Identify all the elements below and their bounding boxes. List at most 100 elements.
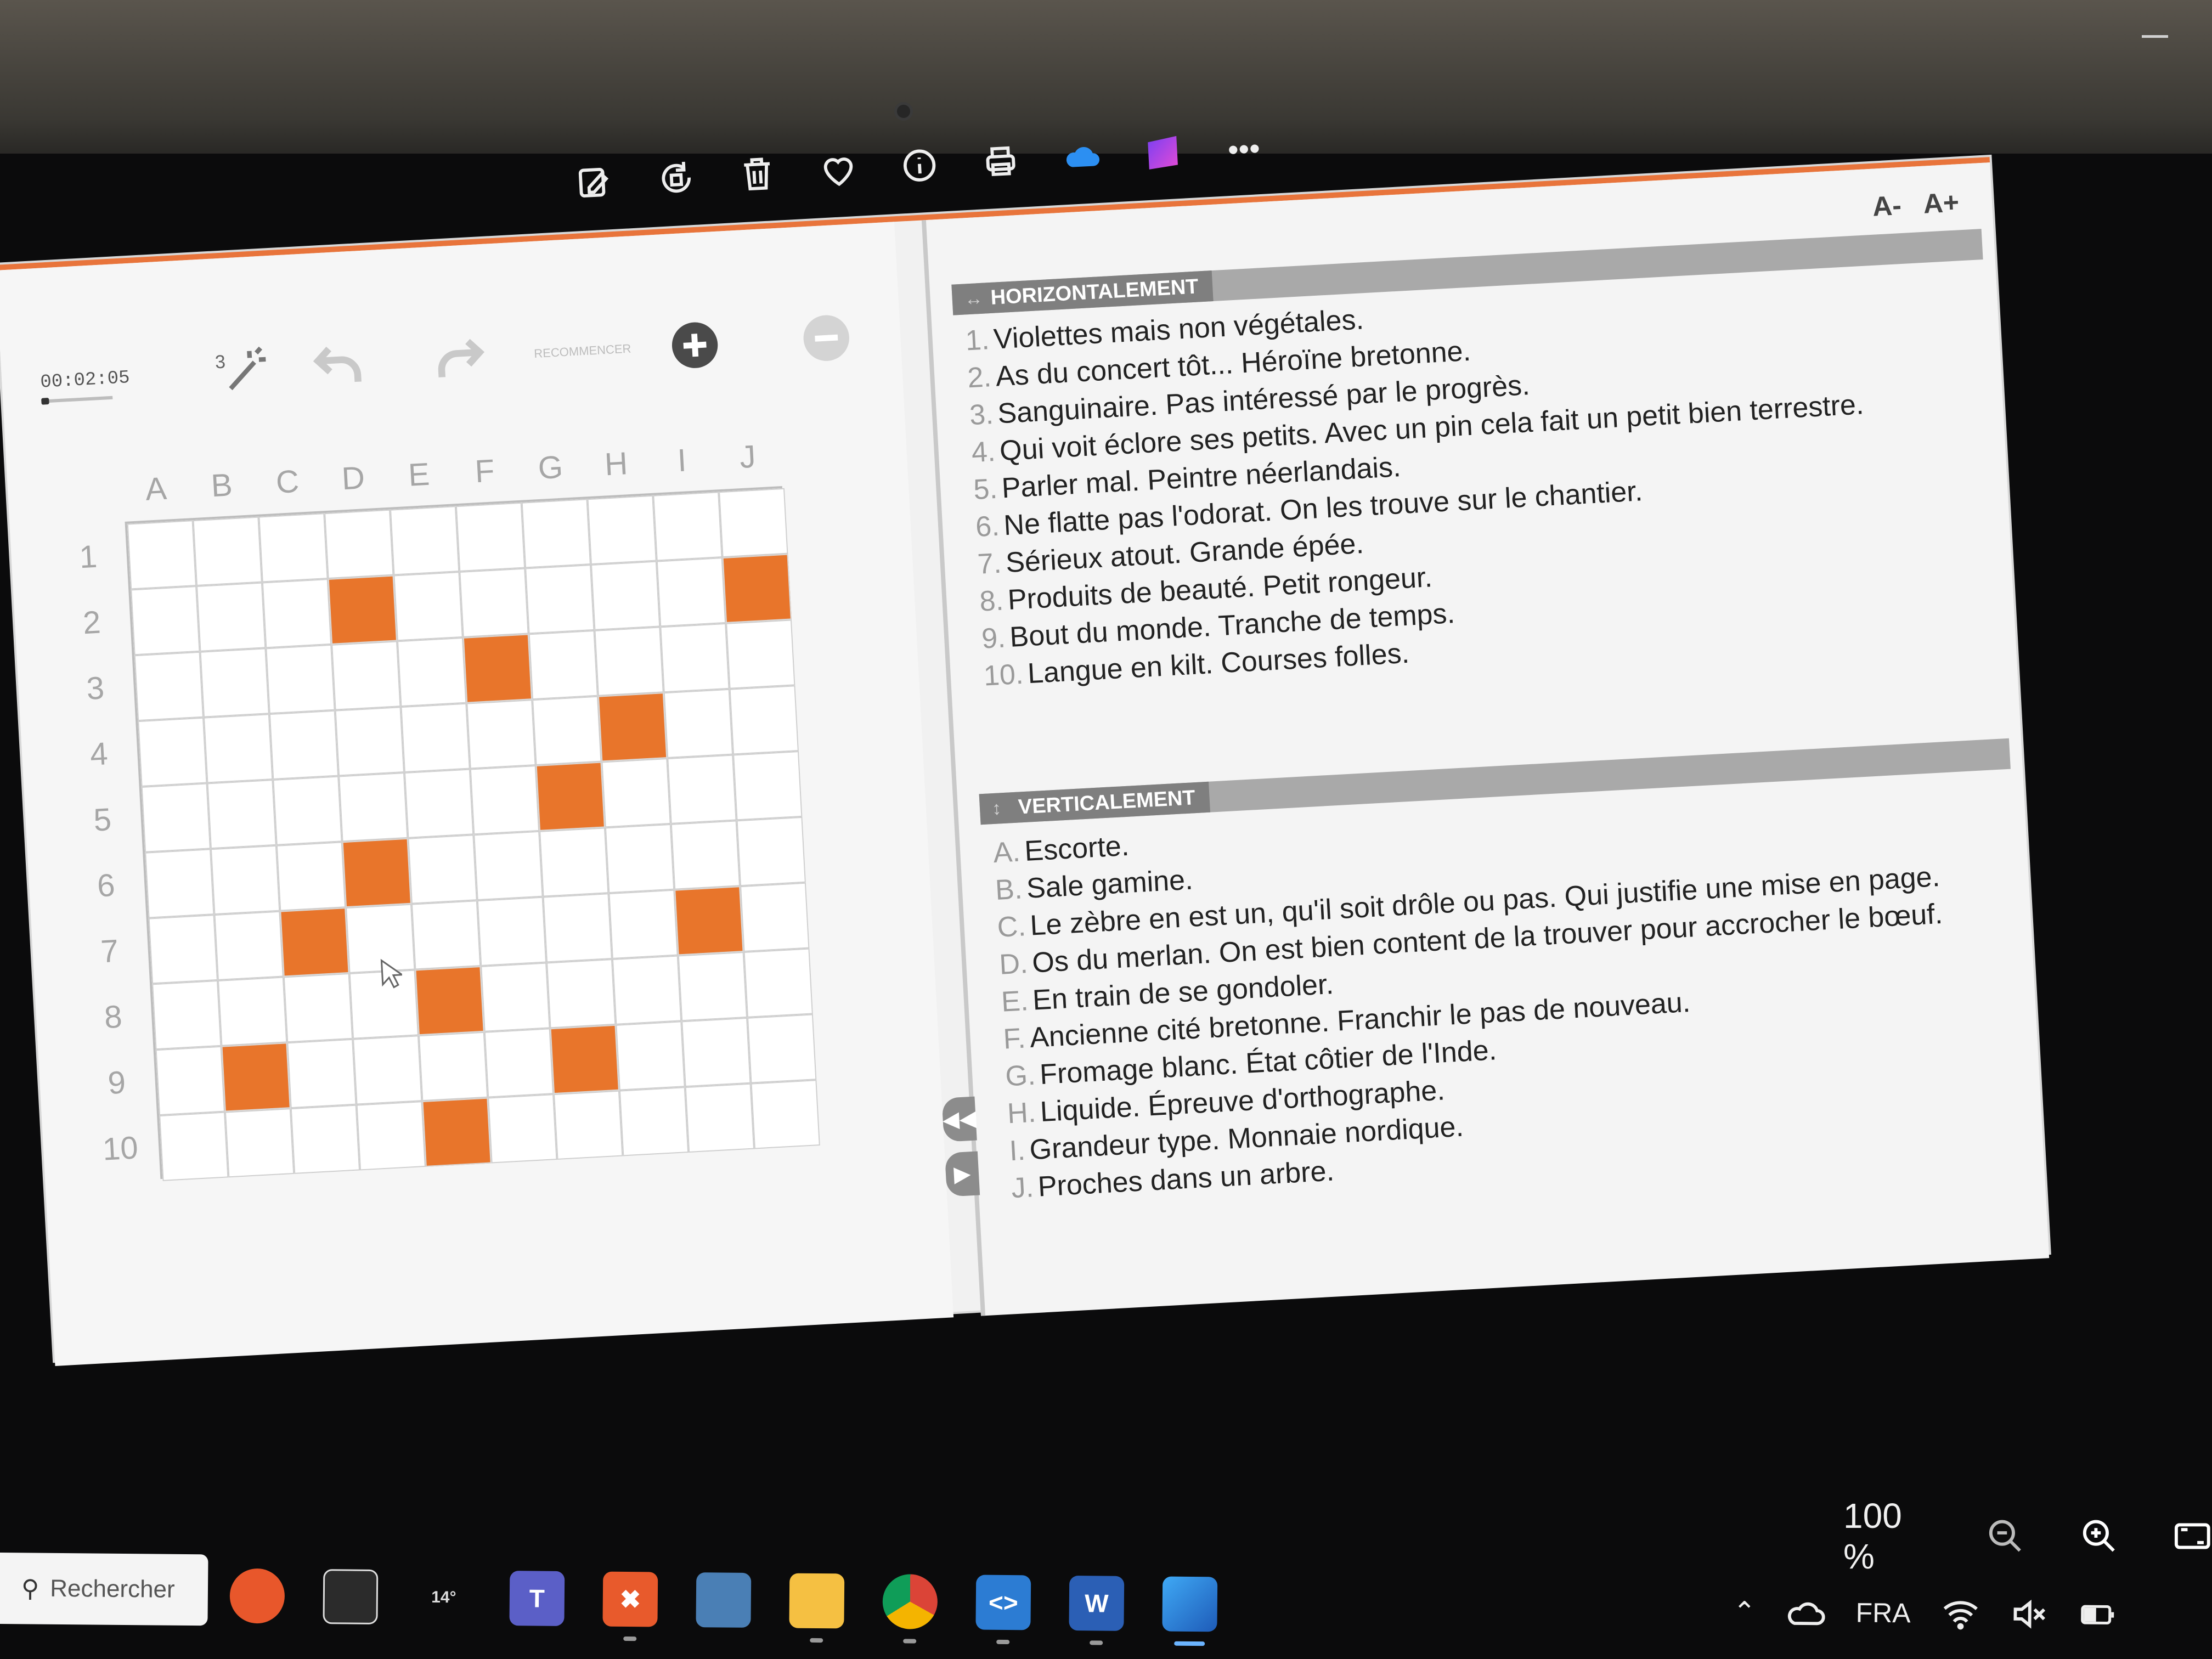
grid-cell[interactable] — [663, 689, 733, 759]
grid-cell[interactable] — [127, 520, 197, 590]
grid-cell[interactable] — [616, 1021, 685, 1091]
grid-cell[interactable] — [488, 1094, 557, 1164]
play-icon[interactable]: ▶ — [944, 1151, 980, 1197]
grid-cell[interactable] — [207, 779, 276, 849]
grid-cell[interactable] — [481, 962, 550, 1032]
reset-button[interactable]: RECOMMENCER — [526, 318, 639, 385]
grid-cell[interactable] — [743, 948, 813, 1018]
rotate-icon[interactable] — [650, 153, 702, 205]
teams-icon[interactable]: T — [509, 1571, 565, 1626]
grid-cell[interactable] — [134, 651, 204, 721]
font-increase-button[interactable]: A+ — [1922, 186, 1960, 219]
grid-cell[interactable] — [393, 572, 463, 641]
grid-cell[interactable] — [729, 685, 799, 755]
grid-cell[interactable] — [543, 893, 612, 963]
info-icon[interactable] — [894, 139, 946, 191]
zoom-in-icon[interactable] — [663, 313, 727, 377]
grid-cell[interactable] — [152, 980, 222, 1050]
grid-cell[interactable] — [353, 1035, 422, 1105]
grid-cell[interactable] — [283, 973, 353, 1043]
grid-cell[interactable] — [590, 561, 661, 630]
grid-cell[interactable] — [477, 896, 547, 966]
grid-cell[interactable] — [733, 751, 803, 821]
grid-cell[interactable] — [335, 707, 404, 776]
grid-cell[interactable] — [532, 696, 602, 766]
grid-cell[interactable] — [155, 1046, 225, 1116]
grid-cell[interactable] — [196, 582, 266, 652]
grid-cell[interactable] — [258, 513, 328, 583]
chevron-up-icon[interactable]: ⌃ — [1733, 1596, 1756, 1628]
grid-cell[interactable] — [138, 717, 207, 787]
grid-cell[interactable] — [408, 834, 477, 904]
font-decrease-button[interactable]: A- — [1871, 189, 1903, 223]
zoom-out-icon[interactable] — [794, 306, 858, 370]
grid-cell[interactable] — [726, 619, 795, 689]
grid-cell[interactable] — [473, 831, 543, 901]
grid-cell[interactable] — [667, 754, 737, 824]
grid-cell[interactable] — [525, 565, 595, 634]
crossword-grid[interactable] — [125, 486, 820, 1181]
grid-cell[interactable] — [653, 492, 723, 561]
grid-cell[interactable] — [605, 823, 675, 894]
grid-cell[interactable] — [159, 1111, 229, 1181]
edit-image-icon[interactable] — [569, 156, 622, 208]
delete-icon[interactable] — [731, 148, 783, 200]
chrome-icon[interactable] — [882, 1574, 938, 1629]
vscode-icon[interactable]: <> — [975, 1575, 1031, 1630]
grid-cell[interactable] — [390, 506, 460, 575]
grid-cell[interactable] — [747, 1014, 817, 1084]
grid-cell[interactable] — [411, 900, 481, 970]
grid-cell[interactable] — [287, 1039, 357, 1109]
grid-cell[interactable] — [681, 1017, 751, 1087]
grid-cell[interactable] — [601, 758, 671, 828]
task-view-icon[interactable] — [323, 1569, 379, 1625]
volume-muted-icon[interactable] — [2010, 1598, 2049, 1631]
taskbar-search[interactable]: ⚲ Rechercher — [0, 1552, 208, 1626]
grid-cell[interactable] — [400, 703, 470, 772]
grid-cell[interactable] — [587, 495, 657, 565]
grid-cell[interactable] — [331, 641, 401, 710]
grid-cell[interactable] — [539, 827, 609, 897]
redo-icon[interactable] — [427, 326, 491, 390]
cloud-icon[interactable] — [1786, 1595, 1825, 1629]
grid-cell[interactable] — [418, 1031, 488, 1102]
more-icon[interactable]: ••• — [1218, 122, 1270, 174]
grid-cell[interactable] — [740, 882, 810, 952]
grid-cell[interactable] — [141, 783, 211, 853]
grid-cell[interactable] — [678, 952, 748, 1022]
grid-cell[interactable] — [266, 644, 335, 714]
grid-cell[interactable] — [214, 911, 284, 980]
grid-cell[interactable] — [262, 579, 332, 648]
grid-cell[interactable] — [470, 765, 540, 835]
grid-cell[interactable] — [656, 557, 726, 627]
grid-cell[interactable] — [290, 1104, 360, 1174]
grid-cell[interactable] — [459, 568, 529, 637]
grid-cell[interactable] — [608, 889, 678, 959]
grid-cell[interactable] — [404, 769, 474, 838]
grid-cell[interactable] — [736, 816, 806, 887]
grid-cell[interactable] — [594, 627, 664, 696]
clipchamp-icon[interactable] — [1137, 127, 1189, 179]
grid-cell[interactable] — [217, 977, 287, 1046]
grid-cell[interactable] — [546, 958, 616, 1029]
grid-cell[interactable] — [148, 915, 218, 984]
grid-cell[interactable] — [276, 842, 346, 911]
hint-wand-icon[interactable] — [214, 338, 278, 402]
word-icon[interactable]: W — [1069, 1576, 1125, 1631]
minimize-button[interactable] — [2142, 35, 2168, 38]
grid-cell[interactable] — [338, 772, 408, 842]
xampp-icon[interactable]: ✖ — [602, 1571, 658, 1627]
grid-cell[interactable] — [660, 623, 730, 693]
favorite-icon[interactable] — [812, 144, 865, 196]
photos-icon[interactable] — [1162, 1576, 1218, 1632]
grid-cell[interactable] — [200, 648, 269, 718]
grid-cell[interactable] — [619, 1087, 689, 1156]
grid-cell[interactable] — [612, 955, 682, 1025]
grid-cell[interactable] — [554, 1090, 623, 1160]
grid-cell[interactable] — [521, 499, 591, 568]
grid-cell[interactable] — [269, 710, 339, 780]
print-icon[interactable] — [975, 136, 1027, 188]
grid-cell[interactable] — [203, 714, 273, 783]
wifi-icon[interactable] — [1941, 1597, 1980, 1630]
grid-cell[interactable] — [528, 630, 598, 700]
